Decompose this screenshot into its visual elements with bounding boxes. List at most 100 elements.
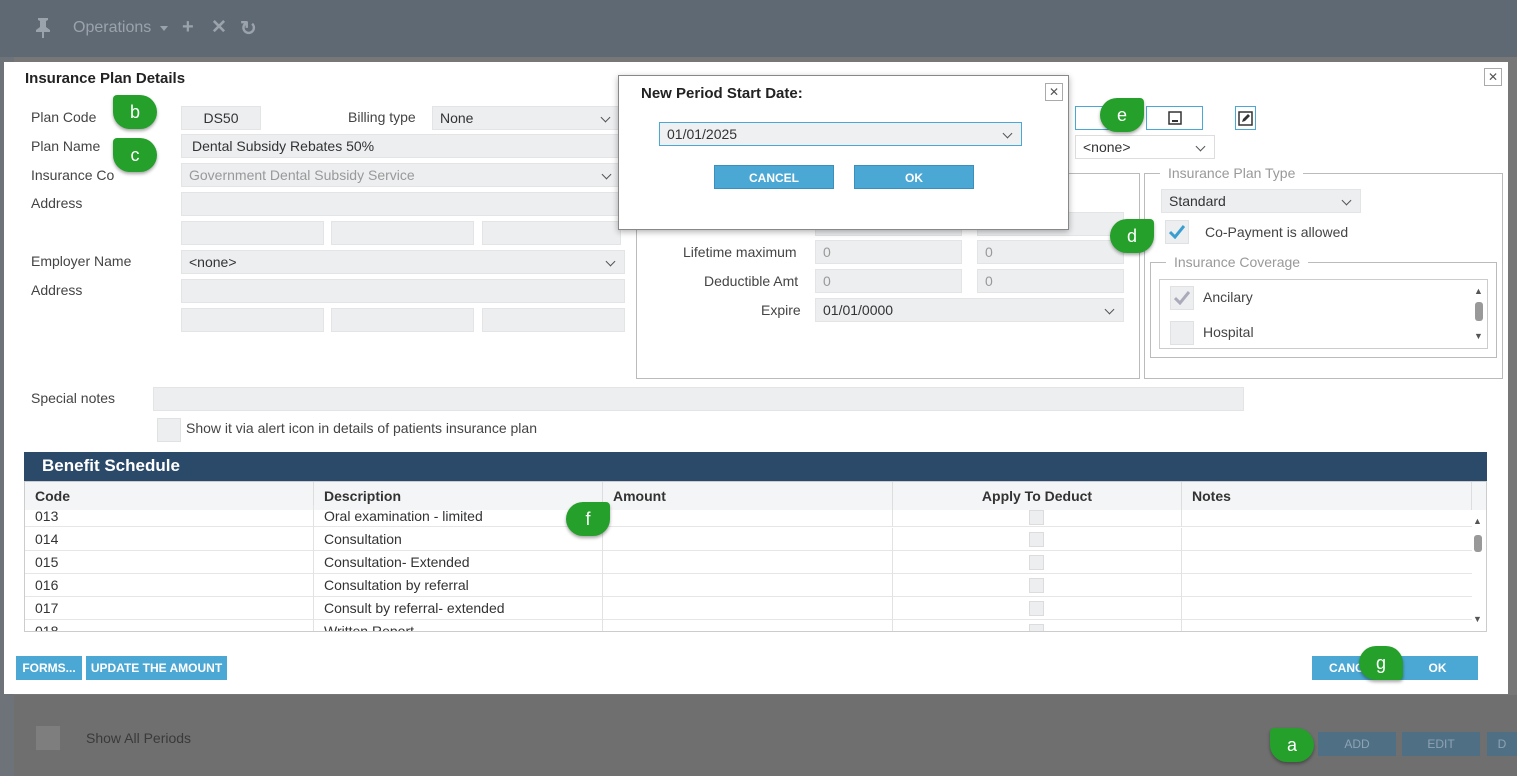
row-description: Oral examination - limited [314,505,603,528]
delete-button[interactable]: D [1487,732,1517,756]
show-all-periods-checkbox[interactable] [36,726,60,750]
row-amount[interactable] [603,620,893,631]
address-postcode[interactable] [482,221,621,245]
operations-menu[interactable]: Operations [73,19,151,37]
column-header-amount[interactable]: Amount [603,482,893,510]
ok-button[interactable]: OK [1397,656,1478,680]
apply-to-deduct-checkbox[interactable] [1029,555,1044,570]
deductible-field-a[interactable]: 0 [815,269,962,293]
row-code: 016 [25,574,314,597]
checkmark-icon [1169,225,1185,239]
pin-icon[interactable] [36,18,50,38]
table-row[interactable]: 018 Written Report [25,620,1472,631]
plan-name-field[interactable]: Dental Subsidy Rebates 50% [181,134,621,158]
benefit-schedule-title: Benefit Schedule [24,452,1487,481]
popup-ok-button[interactable]: OK [854,165,974,189]
table-row[interactable]: 013 Oral examination - limited [25,505,1472,528]
row-amount[interactable] [603,597,893,620]
expire-label: Expire [761,302,801,318]
lifetime-maximum-label: Lifetime maximum [683,244,797,260]
close-icon[interactable]: ✕ [211,16,227,39]
coverage-checkbox-ancilary[interactable] [1170,286,1194,310]
row-amount[interactable] [603,551,893,574]
row-description: Consultation [314,528,603,551]
column-header-notes[interactable]: Notes [1182,482,1472,510]
lifetime-max-field-a[interactable]: 0 [815,240,962,264]
dialog-close-button[interactable]: ✕ [1484,68,1502,86]
address-label: Address [31,195,83,211]
callout-f: f [566,502,610,536]
employer-address-city[interactable] [181,308,324,332]
header-spacer [1472,482,1486,510]
plan-code-label: Plan Code [31,109,97,125]
row-code: 014 [25,528,314,551]
callout-c: c [113,138,157,172]
table-scrollbar[interactable] [1474,535,1482,552]
row-code: 017 [25,597,314,620]
employer-address-line-1[interactable] [181,279,625,303]
special-notes-field[interactable] [153,387,1244,411]
table-row[interactable]: 014 Consultation [25,528,1472,551]
popup-title: New Period Start Date: [641,85,803,102]
start-date-select[interactable]: 01/01/2025 [659,122,1022,146]
chevron-down-icon[interactable] [160,26,168,31]
scroll-up-icon[interactable]: ▲ [1473,516,1482,526]
row-description: Written Report [314,620,603,631]
expire-select[interactable]: 01/01/0000 [815,298,1124,322]
benefit-schedule-table: Code Description Amount Apply To Deduct … [24,481,1487,632]
row-code: 013 [25,505,314,528]
insurance-co-label: Insurance Co [31,167,115,183]
forms-button[interactable]: FORMS... [16,656,82,680]
layout-button-2[interactable] [1146,106,1203,130]
popup-cancel-button[interactable]: CANCEL [714,165,834,189]
callout-g: g [1359,646,1403,680]
callout-a: a [1270,728,1314,762]
billing-type-select[interactable]: None [432,106,620,130]
employer-name-label: Employer Name [31,253,132,269]
plan-type-select[interactable]: Standard [1161,189,1361,213]
add-icon[interactable]: + [182,16,194,39]
employer-name-select[interactable]: <none> [181,250,625,274]
row-description: Consult by referral- extended [314,597,603,620]
coverage-checkbox-hospital[interactable] [1170,321,1194,345]
address-city[interactable] [181,221,324,245]
plan-code-field[interactable]: DS50 [181,106,261,130]
add-button[interactable]: ADD [1318,732,1396,756]
address-state[interactable] [331,221,474,245]
apply-to-deduct-checkbox[interactable] [1029,601,1044,616]
table-row[interactable]: 017 Consult by referral- extended [25,597,1472,620]
column-header-apply-to-deduct[interactable]: Apply To Deduct [893,482,1182,510]
apply-to-deduct-checkbox[interactable] [1029,532,1044,547]
special-notes-label: Special notes [31,390,116,406]
callout-e: e [1100,98,1144,132]
deductible-field-b[interactable]: 0 [977,269,1124,293]
row-amount[interactable] [603,574,893,597]
table-row[interactable]: 016 Consultation by referral [25,574,1472,597]
address-line-1[interactable] [181,192,621,216]
scroll-down-icon[interactable]: ▼ [1473,614,1482,624]
plan-type-legend: Insurance Plan Type [1160,165,1304,181]
top-toolbar: Operations + ✕ ↻ [0,0,1517,57]
scroll-down-icon[interactable]: ▼ [1474,331,1483,341]
right-select[interactable]: <none> [1075,135,1215,159]
insurance-co-select[interactable]: Government Dental Subsidy Service [181,163,621,187]
edit-icon-button[interactable] [1235,106,1256,130]
apply-to-deduct-checkbox[interactable] [1029,510,1044,525]
lifetime-max-field-b[interactable]: 0 [977,240,1124,264]
update-amount-button[interactable]: UPDATE THE AMOUNT [86,656,227,680]
employer-address-state[interactable] [331,308,474,332]
popup-close-button[interactable]: ✕ [1045,83,1063,101]
row-amount[interactable] [603,528,893,551]
coverage-scrollbar[interactable] [1475,302,1483,321]
employer-address-postcode[interactable] [482,308,625,332]
copayment-checkbox[interactable] [1165,220,1189,244]
table-row[interactable]: 015 Consultation- Extended [25,551,1472,574]
apply-to-deduct-checkbox[interactable] [1029,578,1044,593]
apply-to-deduct-checkbox[interactable] [1029,624,1044,631]
scroll-up-icon[interactable]: ▲ [1474,286,1483,296]
alert-icon-checkbox[interactable] [157,418,181,442]
coverage-legend: Insurance Coverage [1166,254,1309,270]
edit-button[interactable]: EDIT [1402,732,1480,756]
row-amount[interactable] [603,510,893,527]
refresh-icon[interactable]: ↻ [240,16,257,41]
